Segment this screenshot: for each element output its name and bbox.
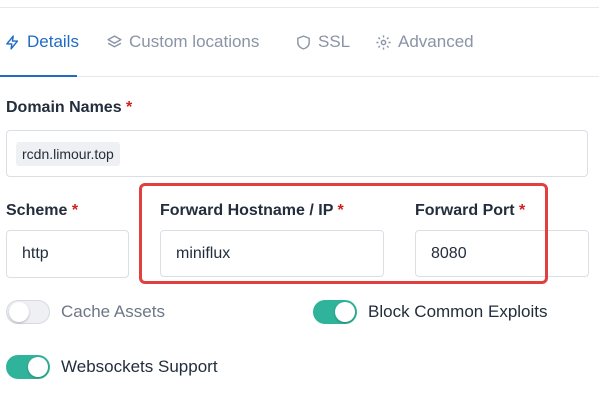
toggle-knob (335, 302, 355, 322)
cache-assets-label: Cache Assets (61, 302, 165, 321)
websockets-support-label: Websockets Support (61, 357, 218, 376)
required-marker: * (126, 99, 133, 116)
active-tab-indicator (0, 75, 77, 77)
top-divider (0, 0, 599, 8)
cache-assets-toggle[interactable] (6, 300, 50, 324)
tab-advanced[interactable]: Advanced (375, 8, 474, 76)
websockets-support-toggle[interactable] (6, 355, 50, 379)
block-common-exploits-label: Block Common Exploits (368, 302, 548, 321)
highlight-annotation-box (139, 183, 548, 284)
tab-bar: Details Custom locations SSL Advanced (0, 8, 599, 77)
tab-custom-locations[interactable]: Custom locations (106, 8, 259, 76)
tab-label: SSL (318, 32, 351, 51)
layers-icon (107, 34, 122, 47)
domain-chip[interactable]: rcdn.limour.top (16, 142, 120, 166)
bolt-icon (6, 34, 19, 50)
tab-label: Custom locations (129, 32, 260, 51)
scheme-value: http (22, 245, 49, 262)
toggle-knob (28, 357, 48, 377)
scheme-label: Scheme * (6, 202, 79, 219)
tab-label: Advanced (398, 32, 474, 51)
tab-details[interactable]: Details (0, 8, 79, 77)
block-common-exploits-toggle[interactable] (313, 300, 357, 324)
toggle-knob (9, 302, 29, 322)
tab-label: Details (27, 32, 79, 51)
domain-names-label: Domain Names * (6, 99, 133, 116)
gear-icon (376, 34, 391, 50)
shield-icon (297, 34, 310, 50)
tab-ssl[interactable]: SSL (295, 8, 350, 76)
required-marker: * (71, 202, 79, 219)
scheme-select[interactable]: http (6, 230, 129, 278)
